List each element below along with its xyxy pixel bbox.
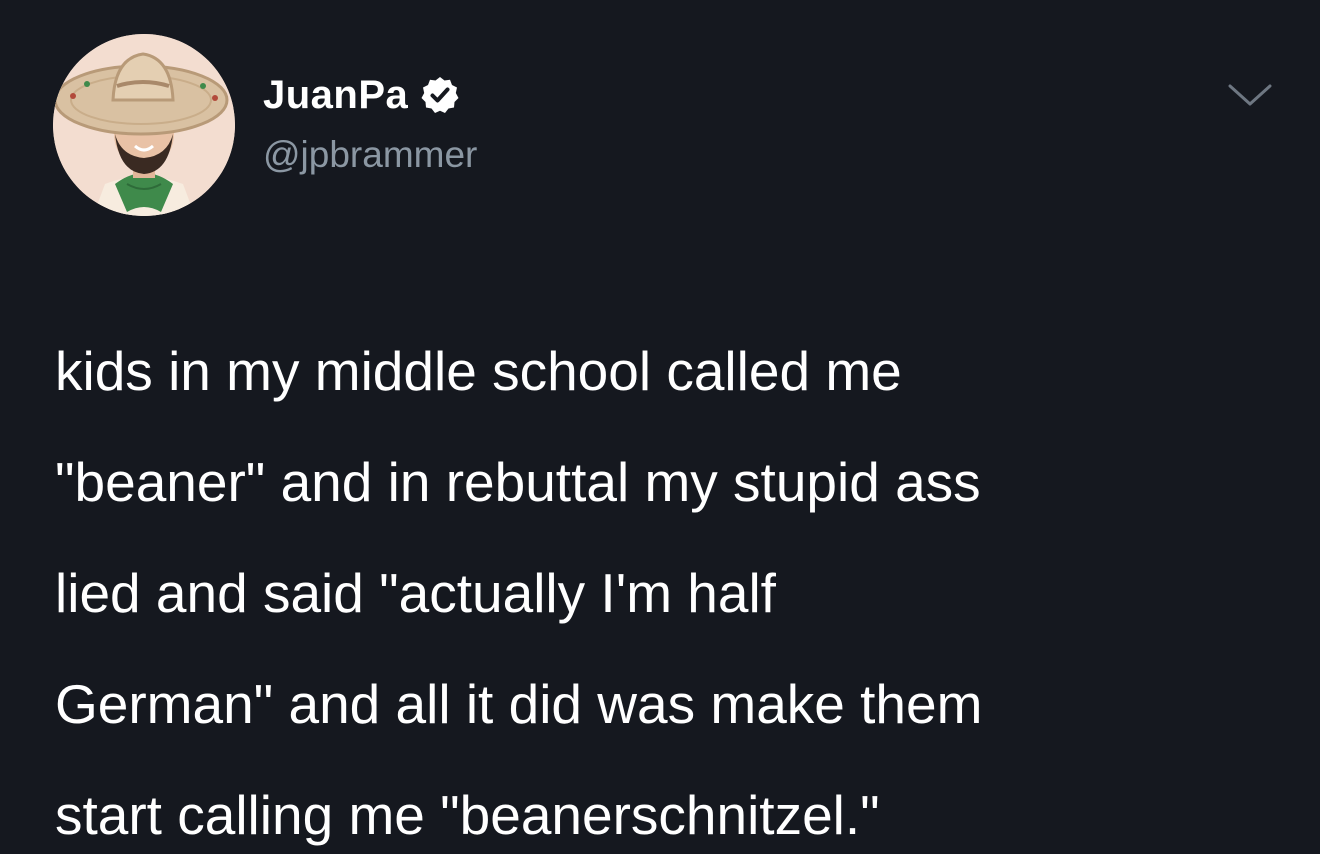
display-name[interactable]: JuanPa (263, 70, 408, 120)
tweet-text-line: kids in my middle school called me (55, 316, 1295, 427)
tweet-text-line: start calling me "beanerschnitzel." (55, 760, 1295, 854)
author-name-row: JuanPa (263, 70, 460, 120)
tweet-text-line: German" and all it did was make them (55, 649, 1295, 760)
avatar-sombrero-illustration (53, 34, 235, 216)
chevron-down-icon[interactable] (1226, 82, 1274, 110)
tweet-card: JuanPa @jpbrammer kids in my middle scho… (0, 0, 1320, 854)
avatar[interactable] (53, 34, 235, 216)
tweet-text-line: "beaner" and in rebuttal my stupid ass (55, 427, 1295, 538)
tweet-text-line: lied and said "actually I'm half (55, 538, 1295, 649)
author-handle[interactable]: @jpbrammer (263, 132, 477, 178)
tweet-text: kids in my middle school called me "bean… (55, 316, 1295, 854)
verified-badge-icon (420, 75, 460, 115)
